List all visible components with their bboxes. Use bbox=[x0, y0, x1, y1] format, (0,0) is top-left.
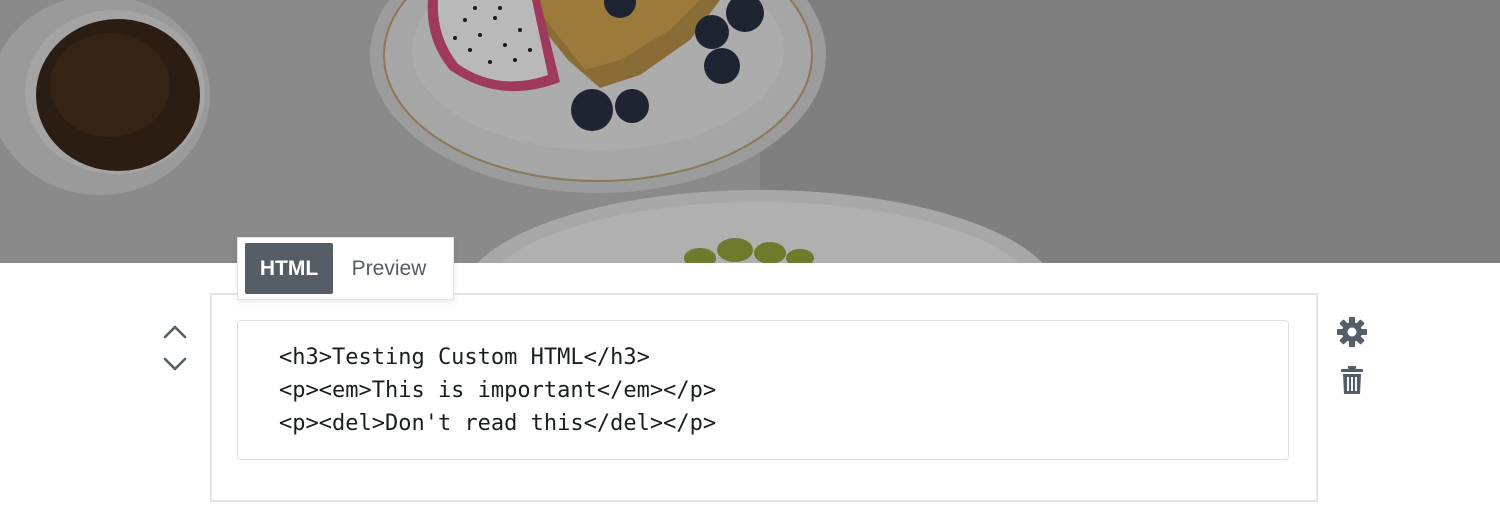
move-up-button[interactable] bbox=[158, 318, 192, 346]
delete-block-button[interactable] bbox=[1334, 362, 1370, 398]
block-tab-toolbar: HTML Preview bbox=[237, 237, 454, 300]
tab-preview[interactable]: Preview bbox=[333, 243, 445, 294]
cover-image bbox=[0, 0, 1500, 263]
html-code-editor[interactable]: <h3>Testing Custom HTML</h3> <p><em>This … bbox=[237, 320, 1289, 460]
editor-page: HTML Preview <h3>Testing Custom HTML</h3… bbox=[0, 0, 1500, 506]
cover-illustration bbox=[0, 0, 1500, 263]
chevron-up-icon bbox=[163, 325, 187, 339]
trash-icon bbox=[1341, 366, 1363, 394]
code-line: <p><del>Don't read this</del></p> bbox=[279, 411, 717, 436]
code-line: <h3>Testing Custom HTML</h3> bbox=[279, 345, 650, 370]
tab-html[interactable]: HTML bbox=[245, 243, 333, 294]
code-line: <p><em>This is important</em></p> bbox=[279, 378, 717, 403]
move-down-button[interactable] bbox=[158, 350, 192, 378]
chevron-down-icon bbox=[163, 357, 187, 371]
block-settings-button[interactable] bbox=[1334, 314, 1370, 350]
gear-icon bbox=[1337, 317, 1367, 347]
